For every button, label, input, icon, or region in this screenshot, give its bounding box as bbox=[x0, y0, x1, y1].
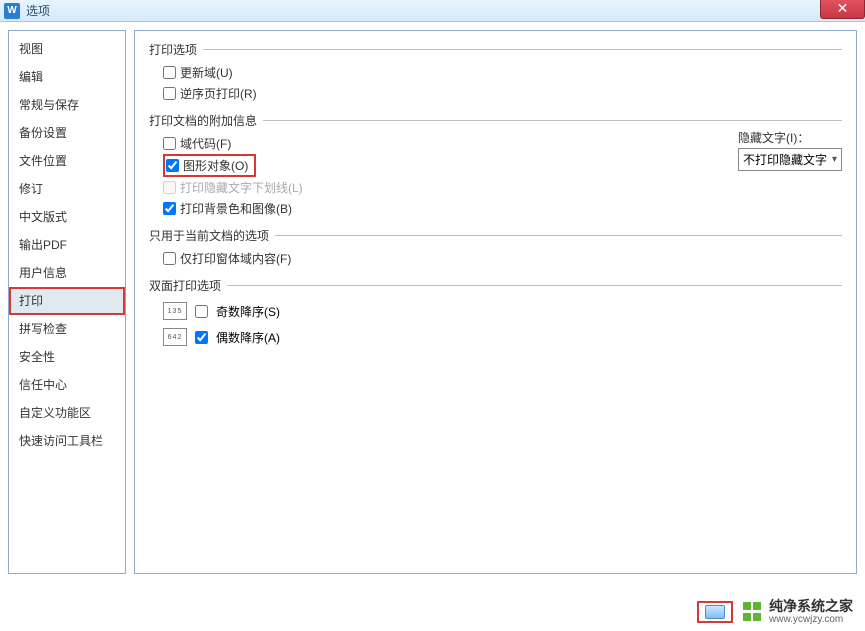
watermark-text: 纯净系统之家 www.ycwjzy.com bbox=[769, 599, 853, 625]
row-reverse-order: 逆序页打印(R) bbox=[163, 83, 842, 104]
row-even-desc: 642 偶数降序(A) bbox=[163, 324, 842, 350]
watermark-highlight bbox=[697, 601, 733, 623]
sidebar-item-general-save[interactable]: 常规与保存 bbox=[9, 91, 125, 119]
titlebar: W 选项 ✕ bbox=[0, 0, 865, 22]
checkbox-odd-desc[interactable] bbox=[195, 305, 208, 318]
row-graphic-objects: 图形对象(O) bbox=[163, 154, 256, 177]
legend-current-doc: 只用于当前文档的选项 bbox=[149, 227, 842, 244]
sidebar-item-file-location[interactable]: 文件位置 bbox=[9, 147, 125, 175]
screen-icon bbox=[705, 605, 725, 619]
sidebar-item-view[interactable]: 视图 bbox=[9, 35, 125, 63]
hidden-text-group: 隐藏文字(I)： 不打印隐藏文字 ▾ bbox=[738, 129, 842, 171]
sidebar-item-edit[interactable]: 编辑 bbox=[9, 63, 125, 91]
sidebar-item-trust-center[interactable]: 信任中心 bbox=[9, 371, 125, 399]
row-hidden-underline: 打印隐藏文字下划线(L) bbox=[163, 177, 842, 198]
window-title: 选项 bbox=[26, 2, 50, 19]
content-panel: 打印选项 更新域(U) 逆序页打印(R) 打印文档的附加信息 隐藏文字(I)： … bbox=[134, 30, 857, 574]
checkbox-hidden-underline bbox=[163, 181, 176, 194]
sidebar-item-security[interactable]: 安全性 bbox=[9, 343, 125, 371]
checkbox-field-codes[interactable] bbox=[163, 137, 176, 150]
checkbox-graphic-objects[interactable] bbox=[166, 159, 179, 172]
legend-attached-info: 打印文档的附加信息 bbox=[149, 112, 842, 129]
sidebar: 视图 编辑 常规与保存 备份设置 文件位置 修订 中文版式 输出PDF 用户信息… bbox=[8, 30, 126, 574]
label-graphic-objects[interactable]: 图形对象(O) bbox=[183, 157, 248, 174]
checkbox-form-fields-only[interactable] bbox=[163, 252, 176, 265]
checkbox-update-fields[interactable] bbox=[163, 66, 176, 79]
label-field-codes[interactable]: 域代码(F) bbox=[180, 135, 231, 152]
label-update-fields[interactable]: 更新域(U) bbox=[180, 64, 233, 81]
close-button[interactable]: ✕ bbox=[820, 0, 865, 19]
label-hidden-text: 隐藏文字(I)： bbox=[738, 129, 842, 146]
watermark: 纯净系统之家 www.ycwjzy.com bbox=[697, 599, 853, 625]
fieldset-duplex: 双面打印选项 135 奇数降序(S) 642 偶数降序(A) bbox=[149, 277, 842, 350]
sidebar-item-user-info[interactable]: 用户信息 bbox=[9, 259, 125, 287]
sidebar-item-output-pdf[interactable]: 输出PDF bbox=[9, 231, 125, 259]
row-form-fields-only: 仅打印窗体域内容(F) bbox=[163, 248, 842, 269]
label-hidden-underline: 打印隐藏文字下划线(L) bbox=[180, 179, 303, 196]
label-background-colors[interactable]: 打印背景色和图像(B) bbox=[180, 200, 292, 217]
app-icon: W bbox=[4, 3, 20, 19]
row-background-colors: 打印背景色和图像(B) bbox=[163, 198, 842, 219]
label-reverse-order[interactable]: 逆序页打印(R) bbox=[180, 85, 257, 102]
chevron-down-icon: ▾ bbox=[832, 154, 837, 165]
checkbox-background-colors[interactable] bbox=[163, 202, 176, 215]
sidebar-item-backup[interactable]: 备份设置 bbox=[9, 119, 125, 147]
row-update-fields: 更新域(U) bbox=[163, 62, 842, 83]
pages-odd-icon: 135 bbox=[163, 302, 187, 320]
sidebar-item-custom-ribbon[interactable]: 自定义功能区 bbox=[9, 399, 125, 427]
watermark-title: 纯净系统之家 bbox=[769, 599, 853, 614]
row-field-codes: 域代码(F) bbox=[163, 133, 738, 154]
checkbox-reverse-order[interactable] bbox=[163, 87, 176, 100]
sidebar-item-print[interactable]: 打印 bbox=[9, 287, 125, 315]
checkbox-even-desc[interactable] bbox=[195, 331, 208, 344]
legend-print-options: 打印选项 bbox=[149, 41, 842, 58]
label-odd-desc[interactable]: 奇数降序(S) bbox=[216, 303, 280, 320]
label-form-fields-only[interactable]: 仅打印窗体域内容(F) bbox=[180, 250, 291, 267]
sidebar-item-revision[interactable]: 修订 bbox=[9, 175, 125, 203]
windows-logo-icon bbox=[743, 602, 763, 622]
select-hidden-text-value: 不打印隐藏文字 bbox=[743, 151, 827, 168]
label-even-desc[interactable]: 偶数降序(A) bbox=[216, 329, 280, 346]
pages-even-icon: 642 bbox=[163, 328, 187, 346]
row-odd-desc: 135 奇数降序(S) bbox=[163, 298, 842, 324]
fieldset-print-options: 打印选项 更新域(U) 逆序页打印(R) bbox=[149, 41, 842, 104]
sidebar-item-quick-access[interactable]: 快速访问工具栏 bbox=[9, 427, 125, 455]
legend-duplex: 双面打印选项 bbox=[149, 277, 842, 294]
sidebar-item-chinese-layout[interactable]: 中文版式 bbox=[9, 203, 125, 231]
fieldset-attached-info: 打印文档的附加信息 隐藏文字(I)： 不打印隐藏文字 ▾ 域代码(F) 图形对象… bbox=[149, 112, 842, 219]
main-container: 视图 编辑 常规与保存 备份设置 文件位置 修订 中文版式 输出PDF 用户信息… bbox=[0, 22, 865, 582]
watermark-url: www.ycwjzy.com bbox=[769, 614, 853, 625]
fieldset-current-doc: 只用于当前文档的选项 仅打印窗体域内容(F) bbox=[149, 227, 842, 269]
sidebar-item-spellcheck[interactable]: 拼写检查 bbox=[9, 315, 125, 343]
close-icon: ✕ bbox=[837, 0, 849, 17]
select-hidden-text[interactable]: 不打印隐藏文字 ▾ bbox=[738, 148, 842, 171]
